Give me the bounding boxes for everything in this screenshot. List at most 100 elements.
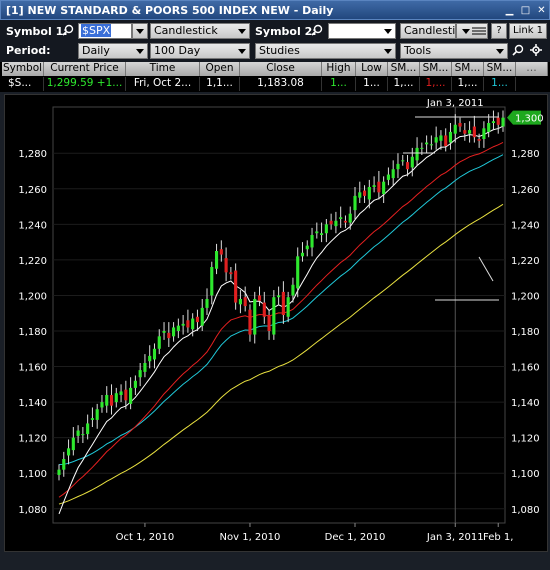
candle-body (114, 393, 118, 403)
candle-body (386, 174, 390, 180)
candle-body (300, 252, 305, 257)
header-low[interactable]: Low (356, 62, 388, 76)
minimize-icon[interactable]: ▁ (503, 4, 516, 17)
symbol1-dropdown-button[interactable] (132, 23, 148, 39)
header-sm4[interactable]: SM... (484, 62, 516, 76)
chevron-down-icon (462, 29, 470, 34)
candle-body (291, 284, 295, 296)
chart-type2-select[interactable]: Candlestic (400, 23, 456, 39)
y-tick-left: 1,240 (18, 220, 47, 231)
header-sm2[interactable]: SM... (420, 62, 452, 76)
chart-panel[interactable]: 1,080 1,080 1,100 1,100 1,120 1,120 1,140 1,140… (4, 94, 548, 552)
header-time[interactable]: Time (126, 62, 200, 76)
chart-type-select[interactable]: Candlestick (150, 23, 250, 39)
price-chart[interactable]: 1,080 1,080 1,100 1,100 1,120 1,120 1,140 1,140… (5, 95, 547, 551)
cell-symbol: $S... (2, 77, 44, 91)
header-close[interactable]: Close (240, 62, 322, 76)
link-button[interactable]: Link 1 (509, 23, 548, 39)
header-sm1[interactable]: SM... (388, 62, 420, 76)
symbol-search-icon[interactable] (62, 24, 74, 36)
y-tick-right: 1,100 (511, 469, 540, 480)
cell-open: 1,1... (200, 77, 240, 91)
y-tick-right: 1,080 (511, 505, 540, 516)
close-icon[interactable]: ✕ (535, 4, 548, 17)
candle-body (176, 325, 180, 331)
help-button[interactable]: ? (491, 23, 507, 39)
header-symbol[interactable]: Symbol (2, 62, 44, 76)
candle-body (320, 233, 324, 235)
header-sm3[interactable]: SM... (452, 62, 484, 76)
candle-body (253, 299, 257, 335)
candle-body (348, 213, 352, 223)
symbol1-label: Symbol 1: (6, 25, 68, 38)
cell-sm2: 1,... (420, 77, 452, 91)
candle-body (238, 299, 242, 305)
cell-time: Fri, Oct 2... (126, 77, 200, 91)
candle-body (162, 331, 166, 333)
y-tick-left: 1,120 (18, 434, 47, 445)
candle-body (86, 423, 90, 435)
studies-select[interactable]: Studies (255, 43, 396, 59)
candle-body (334, 220, 338, 227)
candle-body (425, 142, 429, 145)
candle-body (172, 327, 176, 337)
header-current-price[interactable]: Current Price (44, 62, 126, 76)
chevron-down-icon (238, 29, 246, 34)
symbol1-input[interactable]: $SPX (78, 23, 132, 39)
period-label: Period: (6, 44, 51, 57)
range-select[interactable]: 100 Day (150, 43, 250, 59)
candle-body (200, 307, 204, 326)
plot-frame (52, 106, 506, 524)
x-tick-label: Feb 1, (483, 532, 513, 543)
candle-body (243, 297, 247, 307)
y-tick-right: 1,240 (511, 220, 540, 231)
candle-body (458, 123, 462, 127)
candle-body (353, 195, 357, 211)
candle-body (262, 302, 266, 317)
line-style-select[interactable] (456, 23, 488, 39)
chevron-down-icon (384, 29, 392, 34)
candle-body (444, 135, 448, 147)
candle-body (286, 297, 290, 317)
candle-body (272, 297, 276, 335)
tools-select[interactable]: Tools (400, 43, 508, 59)
cell-sm4: 1... (484, 77, 516, 91)
candle-body (439, 135, 443, 141)
current-price-tag-label: 1,300 (515, 114, 544, 125)
candle-body (205, 299, 209, 308)
header-more[interactable]: … (516, 62, 548, 76)
window-title: [1] NEW STANDARD & POORS 500 INDEX NEW -… (6, 4, 334, 17)
candle-body (133, 380, 137, 388)
candle-body (95, 409, 99, 420)
candle-body (267, 315, 271, 331)
window-titlebar: [1] NEW STANDARD & POORS 500 INDEX NEW -… (0, 0, 550, 20)
candle-body (420, 147, 424, 149)
candle-body (410, 156, 414, 168)
header-high[interactable]: High (322, 62, 356, 76)
period-select[interactable]: Daily (78, 43, 148, 59)
y-tick-left: 1,160 (18, 363, 47, 374)
symbol2-select[interactable] (328, 23, 396, 39)
x-tick-label: Dec 1, 2010 (325, 532, 386, 543)
candle-body (71, 437, 75, 451)
candle-body (491, 121, 496, 123)
candle-body (367, 187, 371, 200)
candle-body (148, 355, 152, 362)
symbol2-search-icon[interactable] (311, 24, 323, 36)
settings-icon[interactable] (530, 44, 542, 56)
symbol1-value: $SPX (81, 24, 112, 37)
moving-average-long-line (58, 203, 504, 505)
candle-body (57, 469, 61, 475)
y-tick-left: 1,220 (18, 256, 47, 267)
candle-body (487, 123, 491, 132)
chart-type-value: Candlestick (154, 24, 218, 37)
candle-body (434, 137, 438, 143)
cell-high: 1... (322, 77, 356, 91)
header-open[interactable]: Open (200, 62, 240, 76)
maximize-icon[interactable]: □ (519, 4, 532, 17)
quote-grid: Symbol Current Price Time Open Close Hig… (0, 62, 550, 92)
y-tick-left: 1,260 (18, 185, 47, 196)
y-tick-right: 1,200 (511, 291, 540, 302)
candle-body (109, 395, 114, 406)
zoom-icon[interactable] (512, 44, 524, 56)
